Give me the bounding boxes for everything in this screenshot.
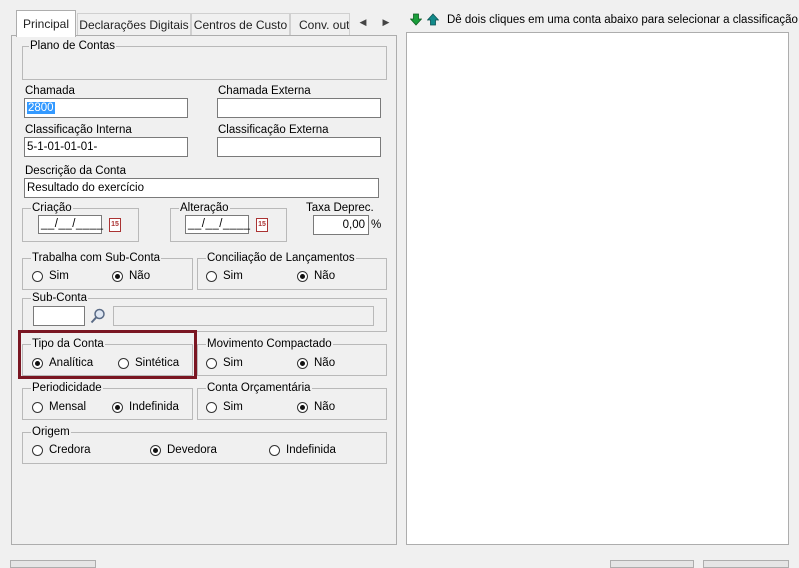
radio-circle-icon <box>206 401 217 413</box>
tab-scroll-left-button[interactable]: ◀ <box>355 14 371 30</box>
trabalha-sub-conta-sim-radio[interactable]: Sim <box>32 269 69 283</box>
alteracao-date-input[interactable]: __/__/____ <box>185 215 250 234</box>
taxa-deprec-unit: % <box>371 219 382 231</box>
classification-tree-panel[interactable] <box>406 32 789 545</box>
movimento-compactado-sim-radio[interactable]: Sim <box>206 356 243 370</box>
right-panel-hint: Dê dois cliques em uma conta abaixo para… <box>447 14 798 26</box>
tab-scroll-right-button[interactable]: ▶ <box>378 14 394 30</box>
radio-circle-icon <box>297 270 308 282</box>
tipo-conta-sintetica-radio[interactable]: Sintética <box>118 356 179 370</box>
origem-credora-radio[interactable]: Credora <box>32 443 91 457</box>
trabalha-sub-conta-nao-radio[interactable]: Não <box>112 269 150 283</box>
radio-circle-icon <box>118 357 129 369</box>
classificacao-interna-input[interactable]: 5-1-01-01-01- <box>24 137 188 157</box>
radio-circle-icon <box>297 401 308 413</box>
sub-conta-input[interactable] <box>33 306 85 326</box>
up-arrow-icon[interactable] <box>426 13 440 26</box>
origem-title: Origem <box>31 426 71 439</box>
conciliacao-title: Conciliação de Lançamentos <box>206 252 356 265</box>
movimento-compactado-nao-radio[interactable]: Não <box>297 356 335 370</box>
periodicidade-title: Periodicidade <box>31 382 103 395</box>
radio-circle-icon <box>297 357 308 369</box>
radio-circle-icon <box>32 401 43 413</box>
criacao-date-input[interactable]: __/__/____ <box>38 215 103 234</box>
movimento-compactado-title: Movimento Compactado <box>206 338 333 351</box>
radio-circle-icon <box>112 270 123 282</box>
periodicidade-indefinida-radio[interactable]: Indefinida <box>112 400 179 414</box>
tab-principal[interactable]: Principal <box>16 10 76 37</box>
radio-circle-icon <box>32 357 43 369</box>
descricao-label: Descrição da Conta <box>25 165 126 177</box>
periodicidade-mensal-radio[interactable]: Mensal <box>32 400 86 414</box>
radio-circle-icon <box>206 357 217 369</box>
classificacao-externa-input[interactable] <box>217 137 381 157</box>
criacao-calendar-icon[interactable]: 15 <box>109 218 121 232</box>
plano-de-contas-title: Plano de Contas <box>29 40 117 53</box>
chamada-input[interactable]: 2800 <box>24 98 188 118</box>
radio-circle-icon <box>32 270 43 282</box>
radio-circle-icon <box>112 401 123 413</box>
magnifier-icon[interactable] <box>89 307 107 325</box>
conciliacao-nao-radio[interactable]: Não <box>297 269 335 283</box>
tipo-conta-analitica-radio[interactable]: Analítica <box>32 356 93 370</box>
origem-devedora-radio[interactable]: Devedora <box>150 443 217 457</box>
origem-indefinida-radio[interactable]: Indefinida <box>269 443 336 457</box>
tab-declaracoes-digitais[interactable]: Declarações Digitais <box>77 13 191 35</box>
descricao-input[interactable]: Resultado do exercício <box>24 178 379 198</box>
tab-centros-de-custo[interactable]: Centros de Custo <box>191 13 290 35</box>
bottom-button-left[interactable] <box>10 560 96 568</box>
criacao-title: Criação <box>31 202 73 215</box>
chamada-label: Chamada <box>25 85 75 97</box>
conciliacao-sim-radio[interactable]: Sim <box>206 269 243 283</box>
taxa-deprec-input[interactable]: 0,00 <box>313 215 369 235</box>
classificacao-interna-label: Classificação Interna <box>25 124 132 136</box>
radio-circle-icon <box>150 444 161 456</box>
bottom-button-middle[interactable] <box>610 560 694 568</box>
chamada-externa-label: Chamada Externa <box>218 85 311 97</box>
taxa-deprec-label: Taxa Deprec. <box>306 202 374 214</box>
sub-conta-description-field <box>113 306 374 326</box>
bottom-button-right[interactable] <box>703 560 789 568</box>
classificacao-externa-label: Classificação Externa <box>218 124 329 136</box>
radio-circle-icon <box>32 444 43 456</box>
plano-de-contas-group: Plano de Contas <box>22 40 387 80</box>
alteracao-title: Alteração <box>179 202 230 215</box>
chamada-externa-input[interactable] <box>217 98 381 118</box>
conta-orcamentaria-title: Conta Orçamentária <box>206 382 312 395</box>
tipo-conta-title: Tipo da Conta <box>31 338 105 351</box>
radio-circle-icon <box>206 270 217 282</box>
alteracao-calendar-icon[interactable]: 15 <box>256 218 268 232</box>
radio-circle-icon <box>269 444 280 456</box>
tab-conv-outra[interactable]: Conv. outra <box>290 13 350 35</box>
trabalha-sub-conta-title: Trabalha com Sub-Conta <box>31 252 162 265</box>
conta-orcamentaria-nao-radio[interactable]: Não <box>297 400 335 414</box>
chamada-value: 2800 <box>27 102 55 114</box>
sub-conta-title: Sub-Conta <box>31 292 88 305</box>
conta-orcamentaria-sim-radio[interactable]: Sim <box>206 400 243 414</box>
down-arrow-icon[interactable] <box>409 13 423 26</box>
